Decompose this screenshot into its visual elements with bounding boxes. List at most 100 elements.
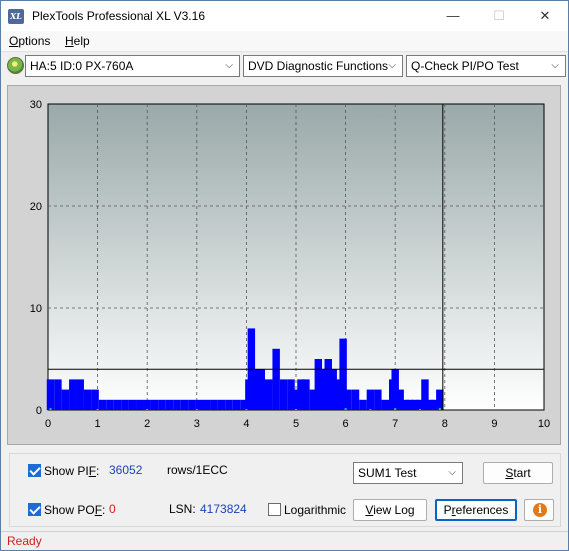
show-pof-checkbox[interactable] — [28, 503, 41, 516]
pif-bar — [257, 369, 265, 410]
view-log-button[interactable]: View Log — [353, 499, 427, 521]
pif-bar — [351, 389, 360, 410]
pif-bar — [173, 399, 181, 410]
drive-select[interactable]: HA:5 ID:0 PX-760A ⌵ — [25, 55, 240, 77]
logarithmic-checkbox[interactable] — [268, 503, 281, 516]
show-pif-label-text: Show PI — [44, 464, 89, 478]
chevron-down-icon: ⌵ — [225, 60, 233, 71]
pif-bar — [188, 399, 196, 410]
y-tick-label: 20 — [30, 201, 42, 213]
drive-icon — [7, 57, 24, 74]
pof-bar — [96, 408, 99, 410]
x-tick-label: 7 — [392, 418, 398, 430]
toolbar: HA:5 ID:0 PX-760A ⌵ DVD Diagnostic Funct… — [1, 53, 568, 79]
chevron-down-icon: ⌵ — [448, 467, 456, 478]
x-tick-label: 8 — [442, 418, 448, 430]
lsn-value: 4173824 — [200, 502, 247, 516]
pof-bar — [295, 408, 297, 410]
pof-bar — [394, 407, 397, 410]
pif-bar — [83, 389, 92, 410]
pif-bar — [217, 399, 226, 410]
function-select[interactable]: DVD Diagnostic Functions ⌵ — [243, 55, 403, 77]
pof-bar — [438, 407, 441, 410]
sum-test-select-value: SUM1 Test — [358, 466, 417, 480]
x-tick-label: 2 — [144, 418, 150, 430]
pi-po-chart: 0 1 2 3 4 5 6 7 8 9 10 0 10 20 30 — [30, 99, 550, 430]
y-tick-label: 30 — [30, 99, 42, 111]
show-pif-label: Show PIF: — [44, 464, 99, 478]
pof-bar — [245, 408, 248, 410]
close-button[interactable]: ✕ — [522, 1, 568, 31]
pif-bar — [225, 399, 233, 410]
pif-bar — [302, 379, 310, 410]
pof-bar — [419, 408, 421, 410]
pof-bar — [49, 407, 52, 410]
pif-bar — [381, 399, 389, 410]
menu-bar: Options Help — [1, 31, 568, 52]
pif-bar — [106, 399, 114, 410]
preferences-label: eferences — [455, 503, 509, 517]
pif-bar — [359, 399, 367, 410]
pif-bar — [195, 399, 203, 410]
pif-bar — [54, 379, 62, 410]
app-window: XL PlexTools Professional XL V3.16 — ☐ ✕… — [0, 0, 569, 551]
x-tick-label: 10 — [538, 418, 550, 430]
plextools-icon: XL — [8, 9, 24, 24]
show-pif-mnemonic: F — [88, 464, 97, 478]
test-select[interactable]: Q-Check PI/PO Test ⌵ — [406, 55, 566, 77]
menu-help[interactable]: Help — [65, 34, 90, 48]
y-tick-label: 0 — [36, 405, 42, 417]
pif-bar — [128, 399, 137, 410]
menu-help-mnemonic: H — [65, 34, 74, 48]
sum-test-select[interactable]: SUM1 Test ⌵ — [353, 462, 463, 484]
pif-bar — [46, 379, 55, 410]
show-pof-label: Show POF: — [44, 503, 105, 517]
x-tick-label: 1 — [95, 418, 101, 430]
logarithmic-label: Logarithmic — [284, 503, 347, 517]
show-pof-colon: : — [102, 503, 106, 517]
preferences-first: P — [443, 503, 452, 517]
pif-bar — [374, 389, 382, 410]
pif-bar — [98, 399, 107, 410]
chevron-down-icon: ⌵ — [551, 60, 559, 71]
lsn-label: LSN: — [169, 502, 196, 516]
pif-bar — [279, 379, 288, 410]
pif-bar — [203, 399, 211, 410]
pif-bar — [165, 399, 174, 410]
preferences-button[interactable]: Preferences — [435, 499, 517, 521]
start-label: tart — [513, 466, 531, 480]
menu-options-mnemonic: O — [9, 34, 19, 48]
x-tick-label: 0 — [45, 418, 51, 430]
pif-bar — [136, 399, 144, 410]
menu-options[interactable]: Options — [9, 34, 50, 48]
pif-bar — [61, 389, 70, 410]
pif-bar — [232, 399, 241, 410]
show-pof-mnemonic: F — [94, 503, 103, 517]
pif-bar — [91, 389, 99, 410]
x-tick-label: 3 — [194, 418, 200, 430]
info-button[interactable]: i — [524, 499, 554, 521]
title-bar: XL PlexTools Professional XL V3.16 — ☐ ✕ — [1, 1, 568, 31]
pif-bar — [272, 348, 280, 410]
x-tick-label: 6 — [343, 418, 349, 430]
start-button[interactable]: Start — [483, 462, 553, 484]
pif-value: 36052 — [109, 463, 143, 477]
x-tick-label: 4 — [243, 418, 249, 430]
pof-bar — [369, 408, 372, 410]
show-pif-checkbox[interactable] — [28, 464, 41, 477]
minimize-button[interactable]: — — [430, 1, 476, 31]
menu-options-label: ptions — [18, 34, 51, 48]
pif-bar — [158, 399, 166, 410]
x-tick-label: 5 — [293, 418, 299, 430]
pif-bar — [344, 389, 352, 410]
pif-bar — [180, 399, 189, 410]
show-pif-colon: : — [96, 464, 100, 478]
pof-bar — [146, 408, 149, 410]
function-select-value: DVD Diagnostic Functions — [248, 59, 389, 73]
pif-bar — [210, 399, 218, 410]
pif-bar — [366, 389, 375, 410]
chart-panel: 0 1 2 3 4 5 6 7 8 9 10 0 10 20 30 — [7, 85, 561, 445]
status-bar: Ready — [1, 531, 568, 550]
pif-bar — [150, 399, 159, 410]
maximize-button[interactable]: ☐ — [476, 1, 522, 31]
